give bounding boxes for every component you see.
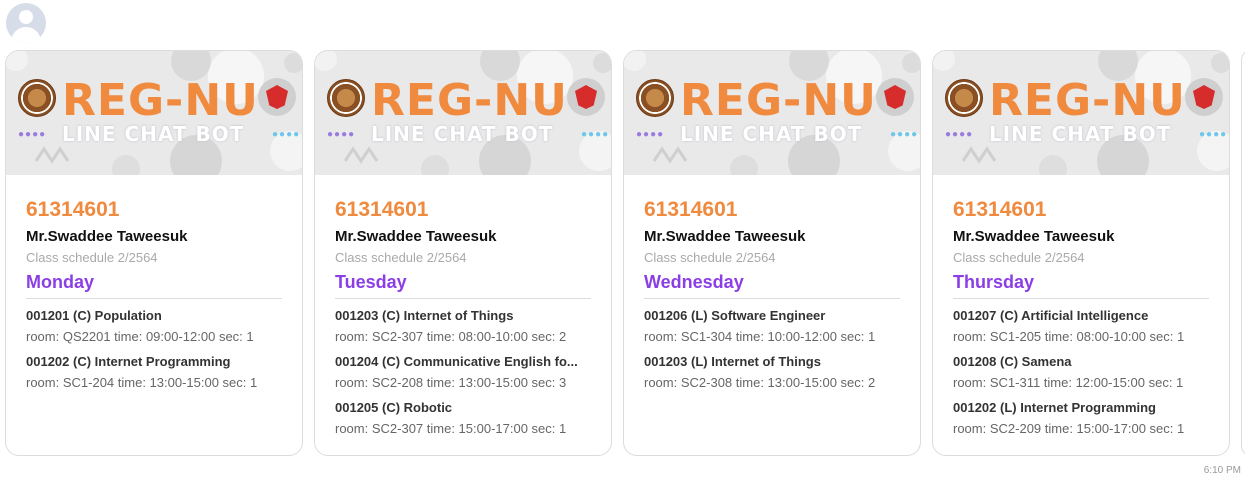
course-info: room: SC2-307 time: 15:00-17:00 sec: 1 — [335, 421, 567, 436]
banner-subtitle: LINE CHAT BOT — [989, 122, 1172, 146]
dots-right-icon: ●●●● — [272, 129, 301, 140]
course-item: 001202 (C) Internet Programming room: SC… — [26, 354, 282, 391]
student-name: Mr.Swaddee Taweesuk — [335, 228, 497, 245]
student-id: 61314601 — [953, 198, 1047, 221]
dots-right-icon: ●●●● — [890, 129, 919, 140]
dots-right-icon: ●●●● — [581, 129, 610, 140]
course-title: 001202 (C) Internet Programming — [26, 354, 231, 369]
university-seal-icon — [945, 79, 983, 117]
faculty-shield-icon — [258, 78, 296, 116]
next-card-peek[interactable] — [1241, 50, 1245, 456]
schedule-label: Class schedule 2/2564 — [335, 250, 467, 265]
course-info: room: SC2-208 time: 13:00-15:00 sec: 3 — [335, 375, 567, 390]
dots-left-icon: ●●●● — [636, 129, 665, 140]
schedule-label: Class schedule 2/2564 — [644, 250, 776, 265]
faculty-shield-icon — [876, 78, 914, 116]
card-content: 61314601 Mr.Swaddee Taweesuk Class sched… — [624, 175, 920, 391]
card-content: 61314601 Mr.Swaddee Taweesuk Class sched… — [6, 175, 302, 391]
course-info: room: SC2-209 time: 15:00-17:00 sec: 1 — [953, 421, 1185, 436]
schedule-card-wednesday[interactable]: REG-NU ●●●● LINE CHAT BOT ●●●● 61314601 … — [623, 50, 921, 456]
dots-left-icon: ●●●● — [327, 129, 356, 140]
banner-subtitle: LINE CHAT BOT — [62, 122, 245, 146]
schedule-card-thursday[interactable]: REG-NU ●●●● LINE CHAT BOT ●●●● 61314601 … — [932, 50, 1230, 456]
course-title: 001203 (C) Internet of Things — [335, 308, 514, 323]
card-content: 61314601 Mr.Swaddee Taweesuk Class sched… — [315, 175, 611, 437]
day-heading: Wednesday — [644, 271, 900, 299]
course-title: 001208 (C) Samena — [953, 354, 1072, 369]
avatar-head — [19, 10, 33, 24]
card-banner: REG-NU ●●●● LINE CHAT BOT ●●●● — [933, 51, 1229, 175]
course-item: 001205 (C) Robotic room: SC2-307 time: 1… — [335, 400, 591, 437]
schedule-label: Class schedule 2/2564 — [26, 250, 158, 265]
dots-left-icon: ●●●● — [945, 129, 974, 140]
course-title: 001204 (C) Communicative English fo... — [335, 354, 578, 369]
banner-subtitle: LINE CHAT BOT — [680, 122, 863, 146]
course-title: 001201 (C) Population — [26, 308, 162, 323]
card-banner: REG-NU ●●●● LINE CHAT BOT ●●●● — [624, 51, 920, 175]
course-info: room: SC1-204 time: 13:00-15:00 sec: 1 — [26, 375, 258, 390]
student-name: Mr.Swaddee Taweesuk — [953, 228, 1115, 245]
course-info: room: SC1-205 time: 08:00-10:00 sec: 1 — [953, 329, 1185, 344]
student-id: 61314601 — [26, 198, 120, 221]
student-name: Mr.Swaddee Taweesuk — [644, 228, 806, 245]
course-item: 001207 (C) Artificial Intelligence room:… — [953, 308, 1209, 345]
banner-title: REG-NU — [680, 75, 877, 126]
student-id: 61314601 — [335, 198, 429, 221]
day-heading: Thursday — [953, 271, 1209, 299]
card-banner: REG-NU ●●●● LINE CHAT BOT ●●●● — [6, 51, 302, 175]
university-seal-icon — [18, 79, 56, 117]
course-title: 001207 (C) Artificial Intelligence — [953, 308, 1149, 323]
course-item: 001202 (L) Internet Programming room: SC… — [953, 400, 1209, 437]
dots-right-icon: ●●●● — [1199, 129, 1228, 140]
card-banner: REG-NU ●●●● LINE CHAT BOT ●●●● — [315, 51, 611, 175]
schedule-carousel[interactable]: REG-NU ●●●● LINE CHAT BOT ●●●● 61314601 … — [5, 50, 1245, 460]
avatar-body — [11, 27, 41, 43]
dots-left-icon: ●●●● — [18, 129, 47, 140]
banner-title: REG-NU — [62, 75, 259, 126]
course-info: room: SC2-307 time: 08:00-10:00 sec: 2 — [335, 329, 567, 344]
course-info: room: QS2201 time: 09:00-12:00 sec: 1 — [26, 329, 254, 344]
student-id: 61314601 — [644, 198, 738, 221]
faculty-shield-icon — [1185, 78, 1223, 116]
schedule-card-monday[interactable]: REG-NU ●●●● LINE CHAT BOT ●●●● 61314601 … — [5, 50, 303, 456]
course-item: 001208 (C) Samena room: SC1-311 time: 12… — [953, 354, 1209, 391]
card-content: 61314601 Mr.Swaddee Taweesuk Class sched… — [933, 175, 1229, 437]
course-info: room: SC2-308 time: 13:00-15:00 sec: 2 — [644, 375, 876, 390]
day-heading: Monday — [26, 271, 282, 299]
course-item: 001201 (C) Population room: QS2201 time:… — [26, 308, 282, 345]
banner-title: REG-NU — [989, 75, 1186, 126]
faculty-shield-icon — [567, 78, 605, 116]
course-item: 001203 (C) Internet of Things room: SC2-… — [335, 308, 591, 345]
message-timestamp: 6:10 PM — [1203, 465, 1241, 476]
student-name: Mr.Swaddee Taweesuk — [26, 228, 188, 245]
university-seal-icon — [327, 79, 365, 117]
course-info: room: SC1-304 time: 10:00-12:00 sec: 1 — [644, 329, 876, 344]
day-heading: Tuesday — [335, 271, 591, 299]
course-title: 001202 (L) Internet Programming — [953, 400, 1156, 415]
banner-subtitle: LINE CHAT BOT — [371, 122, 554, 146]
course-item: 001206 (L) Software Engineer room: SC1-3… — [644, 308, 900, 345]
course-title: 001205 (C) Robotic — [335, 400, 453, 415]
banner-title: REG-NU — [371, 75, 568, 126]
course-title: 001203 (L) Internet of Things — [644, 354, 821, 369]
schedule-label: Class schedule 2/2564 — [953, 250, 1085, 265]
course-item: 001203 (L) Internet of Things room: SC2-… — [644, 354, 900, 391]
course-title: 001206 (L) Software Engineer — [644, 308, 826, 323]
university-seal-icon — [636, 79, 674, 117]
user-avatar-icon[interactable] — [6, 3, 46, 43]
course-info: room: SC1-311 time: 12:00-15:00 sec: 1 — [953, 375, 1184, 390]
course-item: 001204 (C) Communicative English fo... r… — [335, 354, 591, 391]
schedule-card-tuesday[interactable]: REG-NU ●●●● LINE CHAT BOT ●●●● 61314601 … — [314, 50, 612, 456]
